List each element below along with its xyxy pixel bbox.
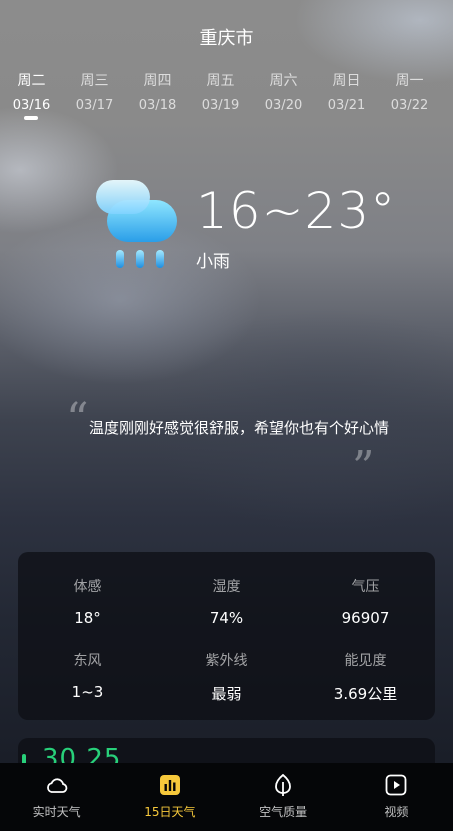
detail-value: 96907 bbox=[341, 609, 390, 627]
tab-realtime-weather[interactable]: 实时天气 bbox=[0, 763, 113, 831]
day-weekday: 周日 bbox=[332, 73, 361, 89]
day-date: 03/19 bbox=[201, 98, 240, 113]
day-tab-2[interactable]: 周四 03/18 bbox=[126, 70, 189, 113]
tab-label: 15日天气 bbox=[144, 805, 196, 819]
day-weekday: 周四 bbox=[143, 73, 172, 89]
day-tab-6[interactable]: 周一 03/22 bbox=[378, 70, 441, 113]
day-date: 03/20 bbox=[264, 98, 303, 113]
temperature-range: 16~23° bbox=[196, 182, 397, 240]
bar-chart-icon bbox=[159, 775, 180, 795]
tab-label: 空气质量 bbox=[259, 805, 308, 819]
humidity-item: 湿度 74% bbox=[157, 576, 296, 627]
day-date: 03/21 bbox=[327, 98, 366, 113]
cloud-icon bbox=[46, 778, 67, 793]
day-tab-5[interactable]: 周日 03/21 bbox=[315, 70, 378, 113]
detail-label: 体感 bbox=[73, 579, 102, 595]
detail-value: 最弱 bbox=[211, 685, 242, 703]
day-tab-0[interactable]: 周二 03/16 bbox=[0, 70, 63, 120]
uv-item: 紫外线 最弱 bbox=[157, 650, 296, 704]
day-date: 03/22 bbox=[390, 98, 429, 113]
weather-quote: 温度刚刚好感觉很舒服，希望你也有个好心情 bbox=[89, 419, 390, 437]
day-date: 03/18 bbox=[138, 98, 177, 113]
day-weekday: 周五 bbox=[206, 73, 235, 89]
day-tab-1[interactable]: 周三 03/17 bbox=[63, 70, 126, 113]
detail-label: 能见度 bbox=[344, 653, 387, 669]
city-title[interactable]: 重庆市 bbox=[0, 24, 453, 50]
quote-close-icon: ” bbox=[352, 442, 375, 493]
visibility-item: 能见度 3.69公里 bbox=[296, 650, 435, 704]
weather-details-card: 体感 18° 湿度 74% 气压 96907 东风 1~3 紫外线 最弱 能见度… bbox=[18, 552, 435, 720]
leaf-icon bbox=[275, 773, 292, 796]
day-date: 03/16 bbox=[12, 98, 51, 113]
tab-15-day-weather[interactable]: 15日天气 bbox=[113, 763, 226, 831]
day-weekday: 周一 bbox=[395, 73, 424, 89]
detail-value: 1~3 bbox=[71, 683, 104, 701]
pressure-item: 气压 96907 bbox=[296, 576, 435, 627]
detail-value: 18° bbox=[74, 609, 101, 627]
bottom-tab-bar: 实时天气 15日天气 空气质量 视频 bbox=[0, 763, 453, 831]
weather-condition: 小雨 bbox=[196, 252, 230, 272]
selected-day-indicator bbox=[24, 116, 38, 120]
play-icon bbox=[385, 774, 407, 796]
day-weekday: 周三 bbox=[80, 73, 109, 89]
day-tab-3[interactable]: 周五 03/19 bbox=[189, 70, 252, 113]
day-selector: 周二 03/16 周三 03/17 周四 03/18 周五 03/19 周六 0… bbox=[0, 70, 453, 120]
day-weekday: 周二 bbox=[17, 73, 46, 89]
tab-label: 实时天气 bbox=[32, 805, 81, 819]
detail-label: 气压 bbox=[351, 579, 380, 595]
day-date: 03/17 bbox=[75, 98, 114, 113]
tab-air-quality[interactable]: 空气质量 bbox=[227, 763, 340, 831]
day-tab-4[interactable]: 周六 03/20 bbox=[252, 70, 315, 113]
detail-label: 湿度 bbox=[212, 579, 241, 595]
light-rain-icon bbox=[95, 178, 185, 273]
wind-item: 东风 1~3 bbox=[18, 650, 157, 701]
day-weekday: 周六 bbox=[269, 73, 298, 89]
tab-label: 视频 bbox=[384, 805, 409, 819]
detail-label: 东风 bbox=[73, 653, 102, 669]
feels-like-item: 体感 18° bbox=[18, 576, 157, 627]
detail-value: 74% bbox=[209, 609, 244, 627]
tab-video[interactable]: 视频 bbox=[340, 763, 453, 831]
detail-value: 3.69公里 bbox=[333, 685, 398, 703]
detail-label: 紫外线 bbox=[205, 653, 248, 669]
quote-open-icon: “ bbox=[66, 394, 89, 445]
